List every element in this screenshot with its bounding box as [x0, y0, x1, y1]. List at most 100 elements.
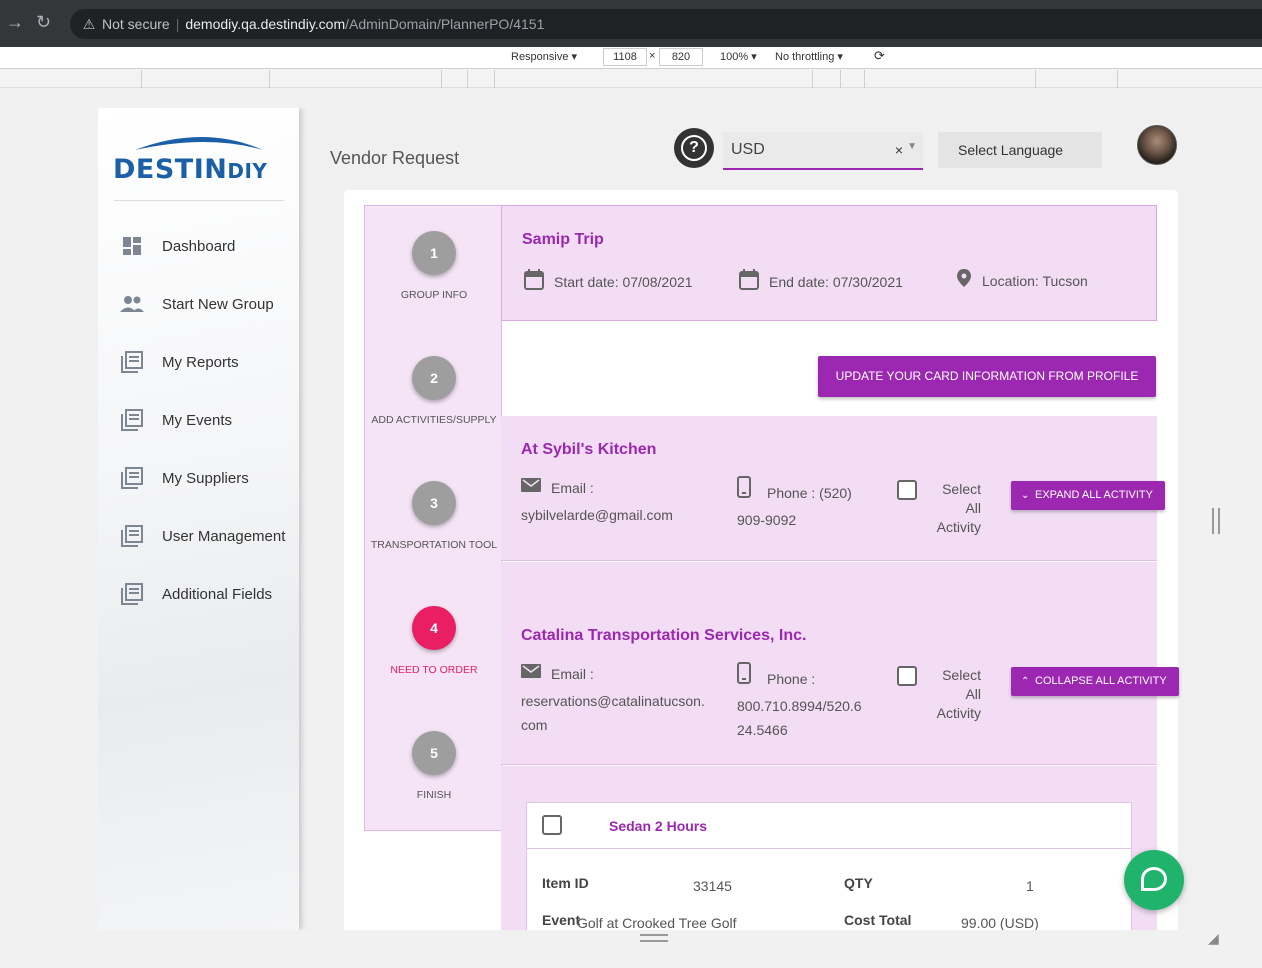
library-books-icon — [120, 351, 144, 373]
forward-icon[interactable]: → — [6, 12, 24, 33]
throttling-select[interactable]: No throttling ▾ — [775, 50, 843, 63]
step-label: NEED TO ORDER — [390, 664, 478, 676]
sidebar-item-label: My Suppliers — [162, 469, 249, 487]
chat-bubble-icon — [1141, 867, 1167, 891]
sidebar-item-label: My Events — [162, 411, 233, 429]
vendor-section: At Sybil's Kitchen Email : sybilvelarde@… — [501, 416, 1165, 561]
dimension-times: × — [649, 50, 656, 62]
chevron-up-icon: ⌃ — [1021, 676, 1030, 687]
sidebar-item-additional-fields[interactable]: Additional Fields — [120, 581, 272, 607]
group-icon — [120, 293, 144, 315]
email-icon — [521, 477, 543, 501]
phone-icon — [737, 662, 759, 692]
trip-end-text: End date: 07/30/2021 — [769, 273, 903, 290]
step-number: 2 — [412, 356, 456, 400]
logo-main: DESTIN — [113, 154, 228, 185]
library-books-icon — [120, 525, 144, 547]
collapse-all-activity-button[interactable]: ⌃ COLLAPSE ALL ACTIVITY — [1011, 667, 1179, 696]
library-books-icon — [120, 467, 144, 489]
select-all-label: Select All Activity — [936, 667, 981, 721]
sidebar-item-label: Start New Group — [162, 295, 274, 313]
item-checkbox[interactable] — [542, 815, 562, 835]
sidebar-item-my-events[interactable]: My Events — [120, 407, 232, 433]
qty-value: 1 — [1026, 878, 1034, 894]
sidebar-item-label: User Management — [162, 527, 286, 545]
select-all-label: Select All Activity — [936, 481, 981, 535]
cost-total-value: 99.00 (USD) — [961, 915, 1039, 930]
clear-icon[interactable]: × — [895, 132, 903, 168]
step-number: 4 — [412, 606, 456, 650]
step-finish[interactable]: 5 FINISH — [365, 731, 503, 801]
trip-summary: Samip Trip Start date: 07/08/2021 End da… — [501, 205, 1157, 321]
device-select[interactable]: Responsive ▾ — [511, 50, 577, 63]
url-path: /AdminDomain/PlannerPO/4151 — [345, 16, 545, 32]
chat-button[interactable] — [1124, 850, 1184, 910]
trip-location-text: Location: Tucson — [982, 272, 1088, 289]
qty-label: QTY — [844, 875, 873, 891]
cost-total-label: Cost Total — [844, 912, 912, 928]
help-button[interactable]: ? — [674, 128, 714, 168]
resize-handle-bottom[interactable] — [640, 934, 668, 942]
calendar-icon — [739, 268, 759, 295]
email-icon — [521, 663, 543, 687]
currency-select[interactable]: USD × ▼ — [723, 132, 923, 170]
sidebar-item-user-management[interactable]: User Management — [120, 523, 285, 549]
trip-location: Location: Tucson — [956, 268, 1088, 293]
step-transportation-tool[interactable]: 3 TRANSPORTATION TOOL — [365, 481, 503, 551]
vendor-section: Catalina Transportation Services, Inc. E… — [501, 562, 1179, 765]
item-id-label: Item ID — [542, 875, 589, 891]
resize-handle-right[interactable] — [1212, 508, 1220, 534]
select-language-button[interactable]: Select Language — [938, 132, 1102, 168]
security-label: Not secure — [102, 16, 170, 32]
media-query-ruler — [0, 70, 1262, 88]
reload-icon[interactable]: ↻ — [36, 12, 51, 33]
rotate-icon[interactable]: ⟳ — [874, 48, 885, 64]
vendor-name: Catalina Transportation Services, Inc. — [521, 627, 807, 644]
height-input[interactable]: 820 — [659, 48, 703, 66]
width-input[interactable]: 1108 — [603, 48, 647, 66]
stepper: 1 GROUP INFO 2 ADD ACTIVITIES/SUPPLY 3 T… — [364, 205, 502, 831]
item-title: Sedan 2 Hours — [609, 818, 708, 834]
step-number: 3 — [412, 481, 456, 525]
sidebar-item-my-reports[interactable]: My Reports — [120, 349, 239, 375]
step-label: TRANSPORTATION TOOL — [370, 539, 498, 551]
logo-sub: DIY — [227, 159, 268, 183]
sidebar: DESTINDIY Dashboard Start New Group My R… — [98, 108, 299, 930]
vendor-email-value: reservations@catalinatucson. — [521, 693, 705, 709]
sidebar-item-label: My Reports — [162, 353, 239, 371]
library-books-icon — [120, 409, 144, 431]
select-all-checkbox[interactable] — [897, 480, 917, 500]
warning-icon: ⚠ — [82, 16, 96, 32]
address-bar[interactable]: ⚠ Not secure | demodiy.qa.destindiy.com/Adm… — [70, 9, 1262, 39]
event-value: Golf at Crooked Tree Golf — [577, 915, 737, 930]
vendor-phone: Phone : (520) 909-9092 — [737, 476, 852, 532]
location-pin-icon — [956, 268, 972, 293]
vendor-name: At Sybil's Kitchen — [521, 441, 657, 458]
zoom-select[interactable]: 100% ▾ — [720, 50, 757, 63]
select-all-checkbox[interactable] — [897, 666, 917, 686]
destindiy-logo[interactable]: DESTINDIY — [113, 128, 283, 188]
sidebar-item-my-suppliers[interactable]: My Suppliers — [120, 465, 249, 491]
step-add-activities[interactable]: 2 ADD ACTIVITIES/SUPPLY — [365, 356, 503, 426]
page-title: Vendor Request — [330, 148, 460, 168]
trip-start-text: Start date: 07/08/2021 — [554, 273, 693, 290]
logo-divider — [114, 200, 284, 201]
chevron-down-icon[interactable]: ▼ — [907, 129, 917, 165]
activity-item-card: Sedan 2 Hours Item ID 33145 QTY 1 Event … — [526, 802, 1132, 930]
device-toolbar: Responsive ▾ 1108 × 820 100% ▾ No thrott… — [0, 47, 1262, 69]
avatar[interactable] — [1137, 125, 1177, 165]
vendor-phone: Phone : 800.710.8994/520.6 24.5466 — [737, 662, 862, 742]
sidebar-item-start-new-group[interactable]: Start New Group — [120, 291, 274, 317]
vendor-email: Email : sybilvelarde@gmail.com — [521, 476, 673, 527]
expand-all-activity-button[interactable]: ⌄ EXPAND ALL ACTIVITY — [1011, 481, 1165, 510]
library-books-icon — [120, 583, 144, 605]
update-card-button[interactable]: UPDATE YOUR CARD INFORMATION FROM PROFIL… — [818, 356, 1156, 397]
step-group-info[interactable]: 1 GROUP INFO — [365, 231, 503, 301]
main-content: Vendor Request ? USD × ▼ Select Language… — [299, 108, 1208, 930]
step-need-to-order[interactable]: 4 NEED TO ORDER — [365, 606, 503, 676]
sidebar-item-dashboard[interactable]: Dashboard — [120, 233, 235, 259]
resize-corner-icon[interactable]: ◢ — [1208, 930, 1219, 947]
sidebar-item-label: Dashboard — [162, 237, 236, 255]
page-viewport: DESTINDIY Dashboard Start New Group My R… — [98, 108, 1208, 930]
vendor-request-card: 1 GROUP INFO 2 ADD ACTIVITIES/SUPPLY 3 T… — [344, 190, 1179, 930]
